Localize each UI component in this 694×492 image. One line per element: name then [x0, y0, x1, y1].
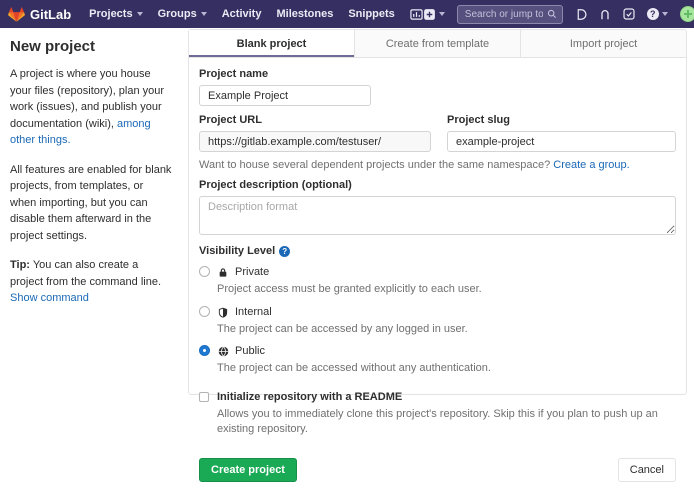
visibility-option-private: Private Project access must be granted e…	[199, 265, 676, 297]
nav-item-activity-label: Activity	[222, 8, 262, 20]
help-icon: ?	[647, 8, 659, 20]
primary-nav: Projects Groups Activity Milestones Snip…	[89, 8, 423, 21]
public-option-label[interactable]: Public	[235, 344, 265, 359]
visibility-option-public: Public The project can be accessed witho…	[199, 344, 676, 376]
todos-icon[interactable]	[623, 8, 635, 20]
issues-icon[interactable]	[575, 8, 587, 21]
intro-paragraph: A project is where you house your files …	[10, 66, 172, 149]
description-column: New project A project is where you house…	[0, 28, 188, 403]
nav-item-groups[interactable]: Groups	[158, 8, 207, 20]
chevron-down-icon	[137, 12, 143, 16]
tab-blank-project-label: Blank project	[237, 38, 307, 50]
globe-icon	[217, 346, 229, 357]
show-command-link[interactable]: Show command	[10, 292, 89, 304]
private-radio[interactable]	[199, 266, 210, 277]
brand-name: GitLab	[30, 7, 71, 22]
project-name-label: Project name	[199, 68, 676, 80]
private-option-desc: Project access must be granted explicitl…	[217, 282, 482, 297]
namespace-hint: Want to house several dependent projects…	[199, 159, 676, 171]
tab-import-project[interactable]: Import project	[521, 30, 686, 57]
readme-option: Initialize repository with a README Allo…	[199, 390, 676, 437]
project-type-tabs: Blank project Create from template Impor…	[189, 30, 686, 58]
new-dropdown[interactable]	[423, 8, 445, 21]
tip-paragraph: Tip: You can also create a project from …	[10, 257, 172, 307]
plus-square-icon	[423, 8, 436, 21]
project-name-input[interactable]	[199, 85, 371, 106]
chart-icon[interactable]	[410, 8, 423, 21]
search-icon	[547, 9, 557, 19]
visibility-level-label: Visibility Level	[199, 245, 275, 257]
namespace-hint-text: Want to house several dependent projects…	[199, 159, 553, 171]
tip-text: You can also create a project from the c…	[10, 259, 161, 288]
tip-label: Tip:	[10, 259, 30, 271]
url-slug-row: Project URL Project slug	[199, 106, 676, 152]
nav-item-groups-label: Groups	[158, 8, 197, 20]
merge-request-icon[interactable]	[599, 8, 611, 21]
lock-icon	[217, 267, 229, 278]
nav-item-projects-label: Projects	[89, 8, 132, 20]
tab-import-project-label: Import project	[570, 38, 637, 50]
project-description-label: Project description (optional)	[199, 179, 676, 191]
readme-checkbox[interactable]	[199, 392, 209, 402]
visibility-level-header: Visibility Level ?	[199, 245, 676, 257]
nav-item-snippets-label: Snippets	[348, 8, 394, 20]
internal-option-label[interactable]: Internal	[235, 305, 272, 320]
form-actions: Create project Cancel	[199, 458, 676, 482]
tab-blank-project[interactable]: Blank project	[189, 30, 355, 57]
help-dropdown[interactable]: ?	[647, 8, 668, 20]
top-navbar: GitLab Projects Groups Activity Mileston…	[0, 0, 694, 28]
private-option-label[interactable]: Private	[235, 265, 269, 280]
public-radio[interactable]	[199, 345, 210, 356]
new-project-form: Project name Project URL Project slug Wa…	[189, 58, 686, 492]
nav-item-milestones[interactable]: Milestones	[276, 8, 333, 20]
search-box[interactable]	[457, 5, 563, 24]
chevron-down-icon	[439, 12, 445, 16]
project-url-label: Project URL	[199, 114, 431, 126]
internal-radio[interactable]	[199, 306, 210, 317]
public-option-desc: The project can be accessed without any …	[217, 361, 491, 376]
new-project-panel: Blank project Create from template Impor…	[188, 29, 687, 395]
nav-item-snippets[interactable]: Snippets	[348, 8, 394, 20]
chevron-down-icon	[662, 12, 668, 16]
readme-desc: Allows you to immediately clone this pro…	[217, 407, 676, 437]
create-project-button[interactable]: Create project	[199, 458, 297, 482]
chevron-down-icon	[201, 12, 207, 16]
create-a-group-link[interactable]: Create a group.	[553, 159, 629, 171]
visibility-option-internal: Internal The project can be accessed by …	[199, 305, 676, 337]
tab-create-from-template[interactable]: Create from template	[355, 30, 521, 57]
internal-option-desc: The project can be accessed by any logge…	[217, 322, 468, 337]
project-url-input[interactable]	[199, 131, 431, 152]
project-slug-label: Project slug	[447, 114, 676, 126]
features-paragraph: All features are enabled for blank proje…	[10, 162, 172, 245]
page-title: New project	[10, 38, 172, 55]
visibility-help-icon[interactable]: ?	[279, 246, 290, 257]
project-description-textarea[interactable]	[199, 196, 676, 235]
project-slug-input[interactable]	[447, 131, 676, 152]
nav-item-activity[interactable]: Activity	[222, 8, 262, 20]
tab-create-from-template-label: Create from template	[386, 38, 489, 50]
nav-item-projects[interactable]: Projects	[89, 8, 142, 20]
search-input[interactable]	[465, 9, 543, 20]
cancel-button[interactable]: Cancel	[618, 458, 676, 482]
user-menu[interactable]	[680, 6, 694, 22]
shield-icon	[217, 307, 229, 318]
gitlab-tanuki-icon	[8, 6, 25, 22]
navbar-right: ?	[423, 5, 694, 24]
avatar	[680, 6, 694, 22]
main-content: New project A project is where you house…	[0, 28, 694, 403]
gitlab-brand[interactable]: GitLab	[8, 6, 71, 22]
nav-item-milestones-label: Milestones	[276, 8, 333, 20]
